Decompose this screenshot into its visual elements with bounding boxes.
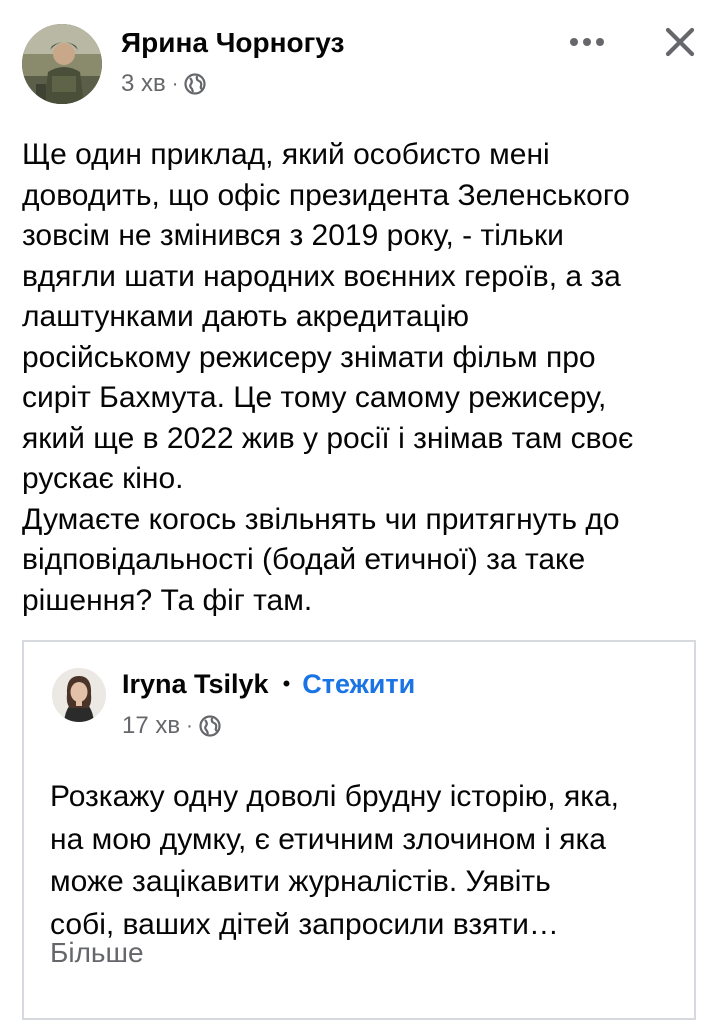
author-name[interactable]: Ярина Чорногуз [121,26,344,60]
post-time[interactable]: 3 хв [121,70,166,98]
shared-author-name[interactable]: Iryna Tsilyk [122,666,269,702]
more-horizontal-icon [570,38,604,46]
see-more-link[interactable]: Більше [50,935,144,971]
close-icon [665,27,695,57]
globe-icon[interactable] [184,73,207,95]
shared-post-card[interactable]: Iryna Tsilyk • Стежити 17 хв · Розкажу о… [22,640,696,1020]
meta-separator: · [171,72,179,95]
meta-separator: · [186,714,193,737]
globe-icon[interactable] [199,715,221,737]
follow-button[interactable]: Стежити [302,666,415,702]
shared-post-meta: 17 хв · [122,710,221,742]
post-header: Ярина Чорногуз 3 хв · [0,0,720,110]
close-button[interactable] [656,18,704,66]
avatar[interactable] [22,24,102,104]
name-separator: • [282,671,291,696]
post-meta: 3 хв · [121,68,207,100]
profile-photo [52,668,106,722]
shared-author-avatar[interactable] [52,668,106,722]
profile-photo [22,24,102,104]
shared-author-row: Iryna Tsilyk • Стежити [122,666,415,702]
post-text: Ще один приклад, який особисто мені дово… [22,138,634,617]
shared-post-time[interactable]: 17 хв [122,712,180,740]
shared-post-text: Розкажу одну доволі брудну історію, яка,… [50,780,620,941]
more-options-button[interactable] [562,22,612,62]
